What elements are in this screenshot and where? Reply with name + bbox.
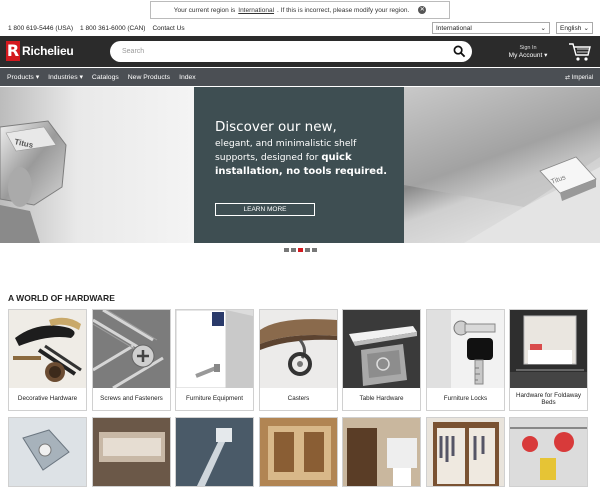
- units-toggle[interactable]: ⇄ Imperial: [565, 74, 593, 81]
- region-select-value: International: [436, 24, 472, 32]
- phone-can[interactable]: 1 800 361-6000 (CAN): [80, 25, 145, 32]
- category-image: [260, 310, 337, 388]
- site-header: R Richelieu Search Sign In My Account ▾: [0, 36, 600, 67]
- category-card-furniture-equipment[interactable]: Furniture Equipment: [175, 309, 254, 411]
- category-label: Table Hardware: [359, 395, 404, 403]
- hero-text-panel: Discover our new, elegant, and minimalis…: [194, 87, 404, 243]
- category-card-row2-7[interactable]: [509, 417, 588, 487]
- category-label: Decorative Hardware: [17, 395, 78, 403]
- carousel-dot[interactable]: [290, 248, 296, 252]
- hero-line-2-bold: quick: [321, 152, 352, 163]
- category-image: [343, 310, 420, 388]
- logo-r-mark: R: [6, 41, 20, 61]
- category-card-row2-1[interactable]: [8, 417, 87, 487]
- region-notice-before: Your current region is: [173, 6, 236, 14]
- section-title: A WORLD OF HARDWARE: [8, 293, 115, 303]
- carousel-dot-active[interactable]: [297, 248, 303, 252]
- hero-shelf-image: Titus: [404, 87, 600, 243]
- nav-catalogs[interactable]: Catalogs: [92, 74, 119, 81]
- utility-bar: 1 800 619-5446 (USA) 1 800 361-6000 (CAN…: [0, 21, 600, 35]
- category-card-decorative-hardware[interactable]: Decorative Hardware: [8, 309, 87, 411]
- phone-usa[interactable]: 1 800 619-5446 (USA): [8, 25, 73, 32]
- region-notice: Your current region is International. If…: [150, 1, 450, 19]
- logo-text: Richelieu: [22, 44, 74, 58]
- my-account-label: My Account: [508, 52, 543, 59]
- search-icon[interactable]: [453, 45, 466, 58]
- category-card-screws[interactable]: Screws and Fasteners: [92, 309, 171, 411]
- chevron-down-icon: ⌄: [583, 25, 589, 32]
- category-label: Furniture Equipment: [185, 395, 244, 403]
- category-image: [9, 310, 86, 388]
- carousel-dot[interactable]: [311, 248, 317, 252]
- category-image: [343, 418, 420, 486]
- learn-more-button[interactable]: LEARN MORE: [215, 203, 315, 216]
- category-image: [510, 418, 587, 486]
- category-card-casters[interactable]: Casters: [259, 309, 338, 411]
- search-input[interactable]: Search: [110, 41, 472, 62]
- category-image: [93, 418, 170, 486]
- richelieu-logo[interactable]: R Richelieu: [6, 40, 74, 62]
- category-card-row2-3[interactable]: [175, 417, 254, 487]
- region-notice-after: . If this is incorrect, please modify yo…: [277, 6, 410, 14]
- category-card-row2-6[interactable]: [426, 417, 505, 487]
- nav-products[interactable]: Products ▾: [7, 73, 39, 81]
- category-card-furniture-locks[interactable]: Furniture Locks: [426, 309, 505, 411]
- nav-industries[interactable]: Industries ▾: [48, 73, 83, 81]
- hero-line-3: installation, no tools required.: [215, 166, 388, 177]
- sign-in-link[interactable]: Sign In: [500, 45, 556, 52]
- category-card-row2-5[interactable]: [342, 417, 421, 487]
- hero-line-1: elegant, and minimalistic shelf: [215, 138, 357, 149]
- category-image: [260, 418, 337, 486]
- main-nav: Products ▾ Industries ▾ Catalogs New Pro…: [0, 68, 600, 86]
- search-placeholder: Search: [122, 48, 145, 55]
- swap-icon: ⇄: [564, 74, 570, 81]
- category-label: Casters: [287, 395, 310, 403]
- category-image: [176, 310, 253, 388]
- category-card-table-hardware[interactable]: Table Hardware: [342, 309, 421, 411]
- category-card-row2-2[interactable]: [92, 417, 171, 487]
- region-select[interactable]: International ⌄: [432, 22, 550, 34]
- hero-headline: Discover our new,: [215, 119, 337, 135]
- account-menu[interactable]: Sign In My Account ▾: [500, 45, 556, 59]
- nav-index[interactable]: Index: [179, 74, 196, 81]
- language-select[interactable]: English ⌄: [556, 22, 593, 34]
- category-image: [176, 418, 253, 486]
- hero-banner[interactable]: Titus Discover our new, elegant, and min…: [0, 87, 600, 243]
- category-card-foldaway-beds[interactable]: Hardware for Foldaway Beds: [509, 309, 588, 411]
- chevron-down-icon: ⌄: [540, 25, 546, 32]
- category-image: [510, 310, 587, 388]
- language-select-value: English: [560, 24, 582, 32]
- cart-icon[interactable]: [568, 42, 592, 62]
- category-label: Hardware for Foldaway Beds: [515, 391, 582, 407]
- category-card-row2-4[interactable]: [259, 417, 338, 487]
- region-link[interactable]: International: [238, 7, 274, 14]
- category-image: [427, 418, 504, 486]
- carousel-dot[interactable]: [283, 248, 289, 252]
- category-image: [9, 418, 86, 486]
- close-icon[interactable]: ✕: [418, 6, 427, 14]
- caret-down-icon: ▾: [544, 52, 548, 59]
- hero-product-image: Titus: [0, 87, 194, 243]
- category-image: [427, 310, 504, 388]
- carousel-indicators: [0, 248, 600, 252]
- category-label: Screws and Fasteners: [100, 395, 163, 403]
- category-image: [93, 310, 170, 388]
- carousel-dot[interactable]: [304, 248, 310, 252]
- nav-new-products[interactable]: New Products: [128, 74, 170, 81]
- category-label: Furniture Locks: [443, 395, 488, 403]
- hero-line-2: supports, designed for: [215, 152, 319, 163]
- contact-link[interactable]: Contact Us: [152, 25, 184, 32]
